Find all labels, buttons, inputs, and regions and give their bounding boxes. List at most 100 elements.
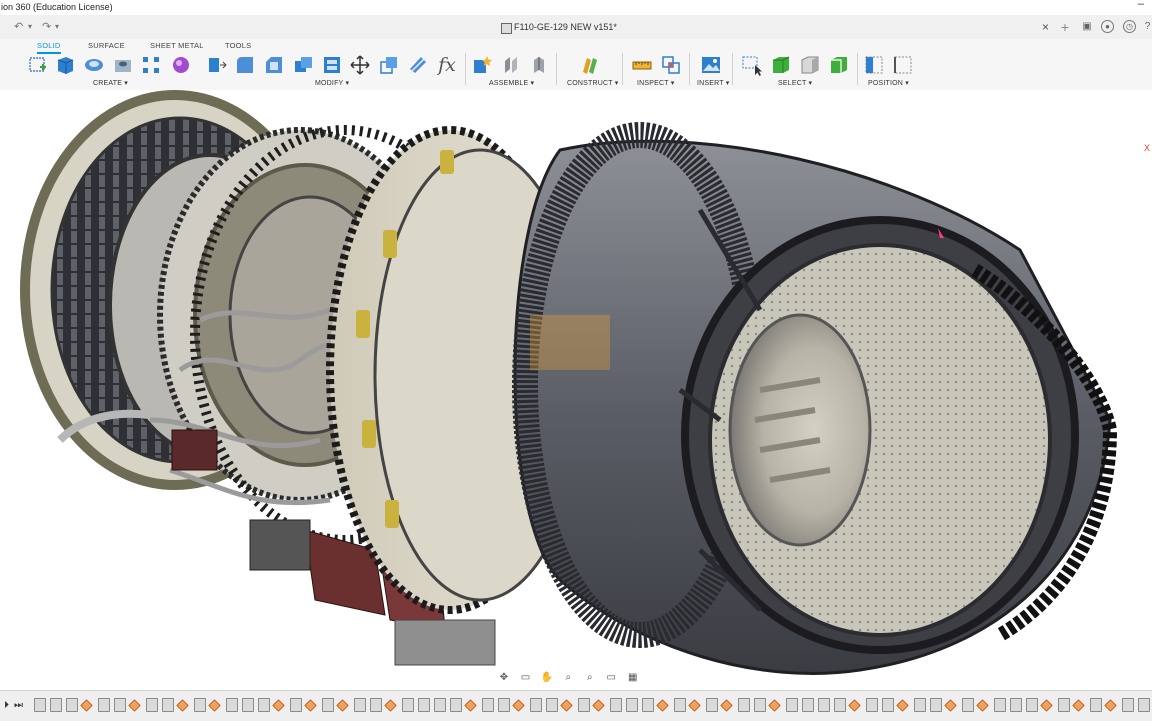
timeline-feature[interactable]	[896, 699, 909, 712]
tab-tools[interactable]: TOOLS	[225, 41, 251, 50]
timeline-feature[interactable]	[962, 698, 974, 712]
timeline-feature[interactable]	[290, 698, 302, 712]
minimize-icon[interactable]: –	[1138, 0, 1144, 10]
extensions-icon[interactable]: ▣	[1080, 20, 1094, 34]
timeline-feature[interactable]	[1090, 698, 1102, 712]
display-settings-icon[interactable]: ▭	[604, 672, 618, 684]
timeline-feature[interactable]	[1040, 699, 1053, 712]
chamfer-icon[interactable]	[263, 54, 285, 76]
redo-dropdown-icon[interactable]: ▾	[55, 22, 59, 31]
timeline-feature[interactable]	[450, 698, 462, 712]
timeline-feature[interactable]	[1072, 699, 1085, 712]
timeline-feature[interactable]	[354, 698, 366, 712]
split-body-icon[interactable]	[407, 54, 429, 76]
timeline-feature[interactable]	[866, 698, 878, 712]
capture-position-icon[interactable]	[863, 54, 885, 76]
insert-image-icon[interactable]	[700, 54, 722, 76]
timeline-feature[interactable]	[976, 699, 989, 712]
move-icon[interactable]	[349, 54, 371, 76]
timeline-feature[interactable]	[418, 698, 430, 712]
timeline-feature[interactable]	[434, 698, 446, 712]
form-icon[interactable]	[170, 54, 192, 76]
grid-settings-icon[interactable]: ▦	[626, 672, 640, 684]
timeline-feature[interactable]	[512, 699, 525, 712]
timeline-feature[interactable]	[194, 698, 206, 712]
timeline-feature[interactable]	[738, 698, 750, 712]
timeline-feature[interactable]	[98, 698, 110, 712]
timeline-feature[interactable]	[610, 698, 622, 712]
select-face-icon[interactable]	[799, 54, 821, 76]
measure-icon[interactable]	[631, 54, 653, 76]
select-window-icon[interactable]	[741, 54, 763, 76]
revert-position-icon[interactable]	[892, 54, 914, 76]
position-menu[interactable]: POSITION ▾	[868, 79, 909, 87]
timeline-feature[interactable]	[674, 698, 686, 712]
timeline-feature[interactable]	[944, 699, 957, 712]
modify-menu[interactable]: MODIFY ▾	[315, 79, 349, 87]
timeline-feature[interactable]	[930, 698, 942, 712]
timeline-feature[interactable]	[994, 698, 1006, 712]
timeline-feature[interactable]	[80, 699, 93, 712]
timeline-feature[interactable]	[802, 698, 814, 712]
timeline-feature[interactable]	[1104, 699, 1117, 712]
timeline-feature[interactable]	[370, 698, 382, 712]
timeline-feature[interactable]	[642, 698, 654, 712]
select-body-icon[interactable]	[770, 54, 792, 76]
timeline-feature[interactable]	[482, 698, 494, 712]
inspect-menu[interactable]: INSPECT ▾	[637, 79, 674, 87]
look-at-icon[interactable]: ▭	[518, 672, 532, 684]
timeline-feature[interactable]	[176, 699, 189, 712]
timeline-feature[interactable]	[322, 698, 334, 712]
rectangular-pattern-icon[interactable]	[140, 54, 162, 76]
timeline-feature[interactable]	[208, 699, 221, 712]
timeline-feature[interactable]	[272, 699, 285, 712]
revolve-icon[interactable]	[83, 54, 105, 76]
timeline-feature[interactable]	[242, 698, 254, 712]
engine-model[interactable]	[0, 90, 1152, 690]
timeline-feature[interactable]	[834, 698, 846, 712]
timeline-feature[interactable]	[560, 699, 573, 712]
timeline-feature[interactable]	[258, 698, 270, 712]
timeline-feature[interactable]	[688, 699, 701, 712]
hole-icon[interactable]	[112, 54, 134, 76]
undo-dropdown-icon[interactable]: ▾	[28, 22, 32, 31]
timeline-feature[interactable]	[754, 698, 766, 712]
offset-plane-icon[interactable]	[579, 54, 601, 76]
new-tab-icon[interactable]: +	[1058, 20, 1072, 34]
timeline-feature[interactable]	[304, 699, 317, 712]
create-menu[interactable]: CREATE ▾	[93, 79, 128, 87]
fit-icon[interactable]: ⌕	[583, 672, 597, 684]
insert-menu[interactable]: INSERT ▾	[697, 79, 729, 87]
interference-icon[interactable]	[660, 54, 682, 76]
timeline-feature[interactable]	[162, 698, 174, 712]
tab-surface[interactable]: SURFACE	[88, 41, 125, 50]
timeline-feature[interactable]	[464, 699, 477, 712]
zoom-icon[interactable]: ⌕	[561, 672, 575, 684]
timeline-feature[interactable]	[720, 699, 733, 712]
as-built-joint-icon[interactable]	[528, 54, 550, 76]
timeline-feature[interactable]	[1122, 698, 1134, 712]
select-edge-icon[interactable]	[828, 54, 850, 76]
fillet-icon[interactable]	[234, 54, 256, 76]
timeline-feature[interactable]	[66, 698, 78, 712]
timeline-feature[interactable]	[706, 698, 718, 712]
timeline-end-icon[interactable]: ⏭	[14, 700, 23, 711]
tab-solid[interactable]: SOLID	[37, 41, 61, 54]
sketch-icon[interactable]	[27, 54, 49, 76]
timeline-feature[interactable]	[656, 699, 669, 712]
timeline-feature[interactable]	[498, 698, 510, 712]
timeline-feature[interactable]	[1058, 698, 1070, 712]
notifications-icon[interactable]: ◷	[1123, 20, 1136, 33]
help-icon[interactable]: ?	[1143, 20, 1152, 34]
timeline-feature[interactable]	[336, 699, 349, 712]
document-tab[interactable]: F110-GE-129 NEW v151* ×	[495, 18, 1055, 38]
timeline-feature[interactable]	[128, 699, 141, 712]
timeline-feature[interactable]	[914, 698, 926, 712]
timeline-feature[interactable]	[402, 698, 414, 712]
parameters-icon[interactable]: fx	[436, 54, 458, 76]
close-tab-icon[interactable]: ×	[1042, 20, 1049, 34]
timeline-feature[interactable]	[226, 698, 238, 712]
select-menu[interactable]: SELECT ▾	[778, 79, 812, 87]
timeline-feature[interactable]	[768, 699, 781, 712]
timeline-feature[interactable]	[530, 698, 542, 712]
